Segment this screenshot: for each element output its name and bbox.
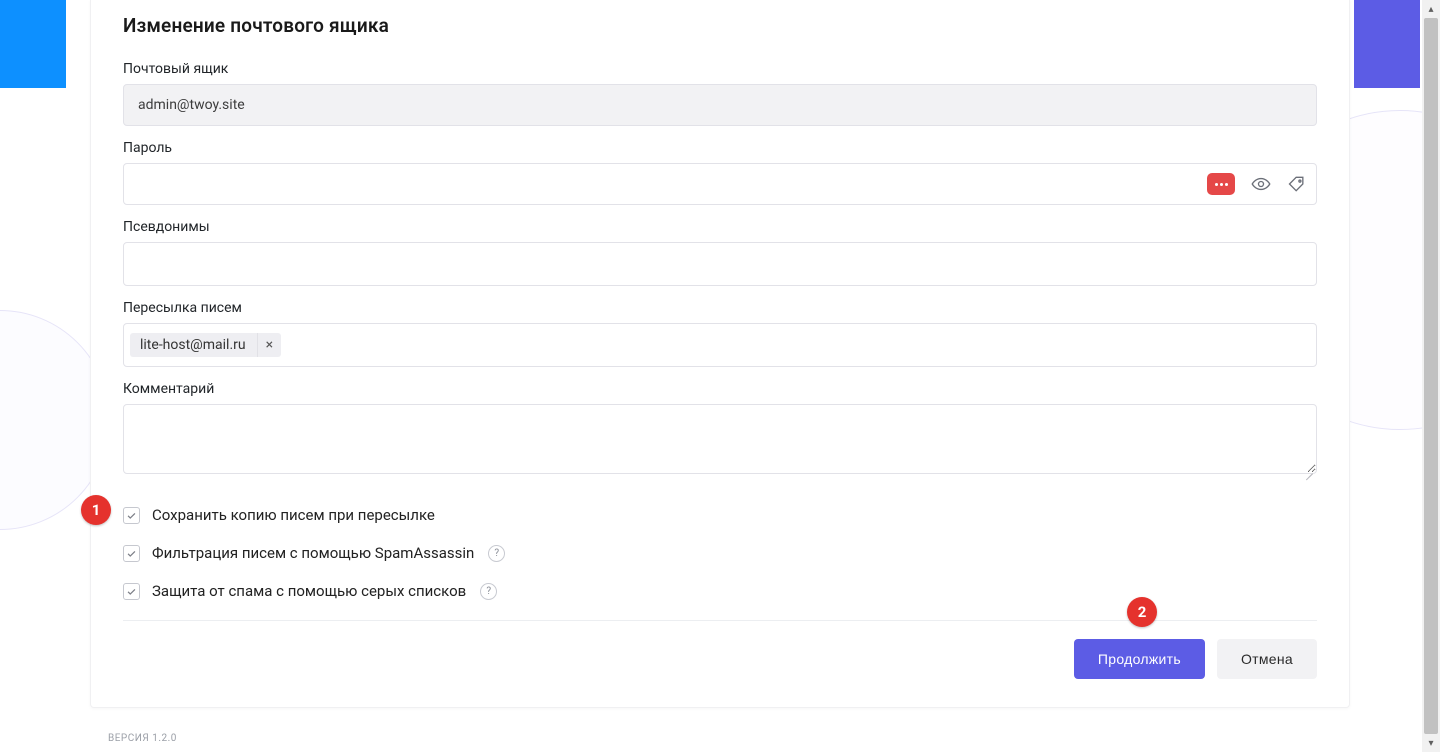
forward-tag-remove-icon[interactable]: ×: [257, 333, 281, 357]
greylist-checkbox[interactable]: [123, 583, 140, 600]
forward-input[interactable]: lite-host@mail.ru ×: [123, 323, 1317, 367]
annotation-badge-1: 1: [81, 495, 111, 525]
annotation-badge-2: 2: [1127, 597, 1157, 627]
edit-mailbox-card: Изменение почтового ящика Почтовый ящик …: [90, 0, 1350, 708]
scroll-down-icon[interactable]: ▾: [1422, 734, 1440, 752]
version-text: ВЕРСИЯ 1.2.0: [108, 733, 177, 744]
forward-tag-label: lite-host@mail.ru: [130, 333, 256, 357]
mailbox-label: Почтовый ящик: [123, 61, 1317, 77]
spamassassin-label: Фильтрация писем с помощью SpamAssassin: [152, 544, 474, 562]
mailbox-field: admin@twoy.site: [123, 84, 1317, 126]
page-title: Изменение почтового ящика: [123, 0, 1317, 61]
cancel-button[interactable]: Отмена: [1217, 639, 1317, 679]
accent-bar-left: [0, 0, 66, 88]
scrollbar[interactable]: ▴ ▾: [1422, 0, 1440, 752]
help-icon[interactable]: ?: [480, 583, 497, 600]
scroll-up-icon[interactable]: ▴: [1422, 0, 1440, 18]
save-copy-label: Сохранить копию писем при пересылке: [152, 506, 435, 524]
save-copy-checkbox[interactable]: [123, 507, 140, 524]
accent-bar-right: [1354, 0, 1420, 88]
password-strength-icon[interactable]: [1207, 173, 1235, 195]
continue-button[interactable]: Продолжить: [1074, 639, 1205, 679]
comment-textarea[interactable]: [123, 404, 1317, 474]
forward-label: Пересылка писем: [123, 300, 1317, 316]
tag-icon[interactable]: [1287, 174, 1307, 194]
forward-tag: lite-host@mail.ru ×: [130, 333, 281, 357]
eye-icon[interactable]: [1251, 174, 1271, 194]
spamassassin-checkbox[interactable]: [123, 545, 140, 562]
password-label: Пароль: [123, 140, 1317, 156]
password-input[interactable]: [123, 163, 1317, 205]
scroll-thumb[interactable]: [1424, 18, 1438, 734]
aliases-input[interactable]: [123, 242, 1317, 286]
aliases-label: Псевдонимы: [123, 219, 1317, 235]
greylist-label: Защита от спама с помощью серых списков: [152, 582, 466, 600]
help-icon[interactable]: ?: [488, 545, 505, 562]
comment-label: Комментарий: [123, 381, 1317, 397]
